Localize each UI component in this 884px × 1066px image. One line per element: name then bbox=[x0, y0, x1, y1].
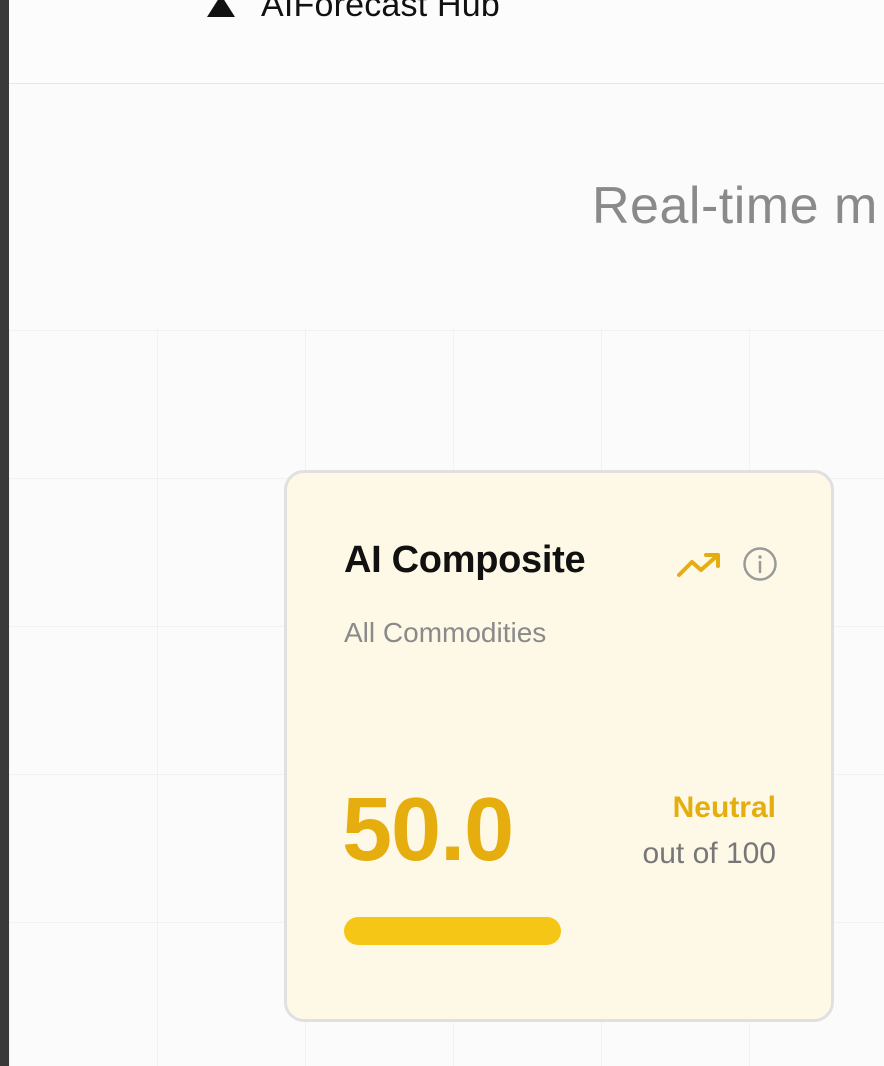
window-edge bbox=[0, 0, 9, 1066]
card-subtitle: All Commodities bbox=[344, 617, 547, 648]
page: AIForecast Hub Real-time m AI Composite … bbox=[0, 0, 884, 1066]
ai-composite-card[interactable]: AI Composite All Commodities 50.0 Neutra… bbox=[284, 470, 834, 1022]
hero-subtitle: Real-time m bbox=[592, 177, 878, 235]
app-name: AIForecast Hub bbox=[261, 0, 501, 24]
top-header: AIForecast Hub bbox=[9, 0, 884, 84]
scale-label: out of 100 bbox=[642, 837, 776, 870]
trending-up-icon bbox=[677, 553, 720, 577]
brand-link[interactable]: AIForecast Hub bbox=[207, 0, 500, 25]
score-progress-fill bbox=[344, 917, 561, 945]
triangle-logo-icon bbox=[207, 0, 235, 17]
score-value: 50.0 bbox=[342, 780, 514, 880]
score-progress-bar bbox=[344, 917, 778, 945]
card-title: AI Composite bbox=[344, 539, 586, 581]
sentiment-label: Neutral bbox=[672, 791, 776, 824]
info-icon[interactable] bbox=[742, 546, 778, 582]
